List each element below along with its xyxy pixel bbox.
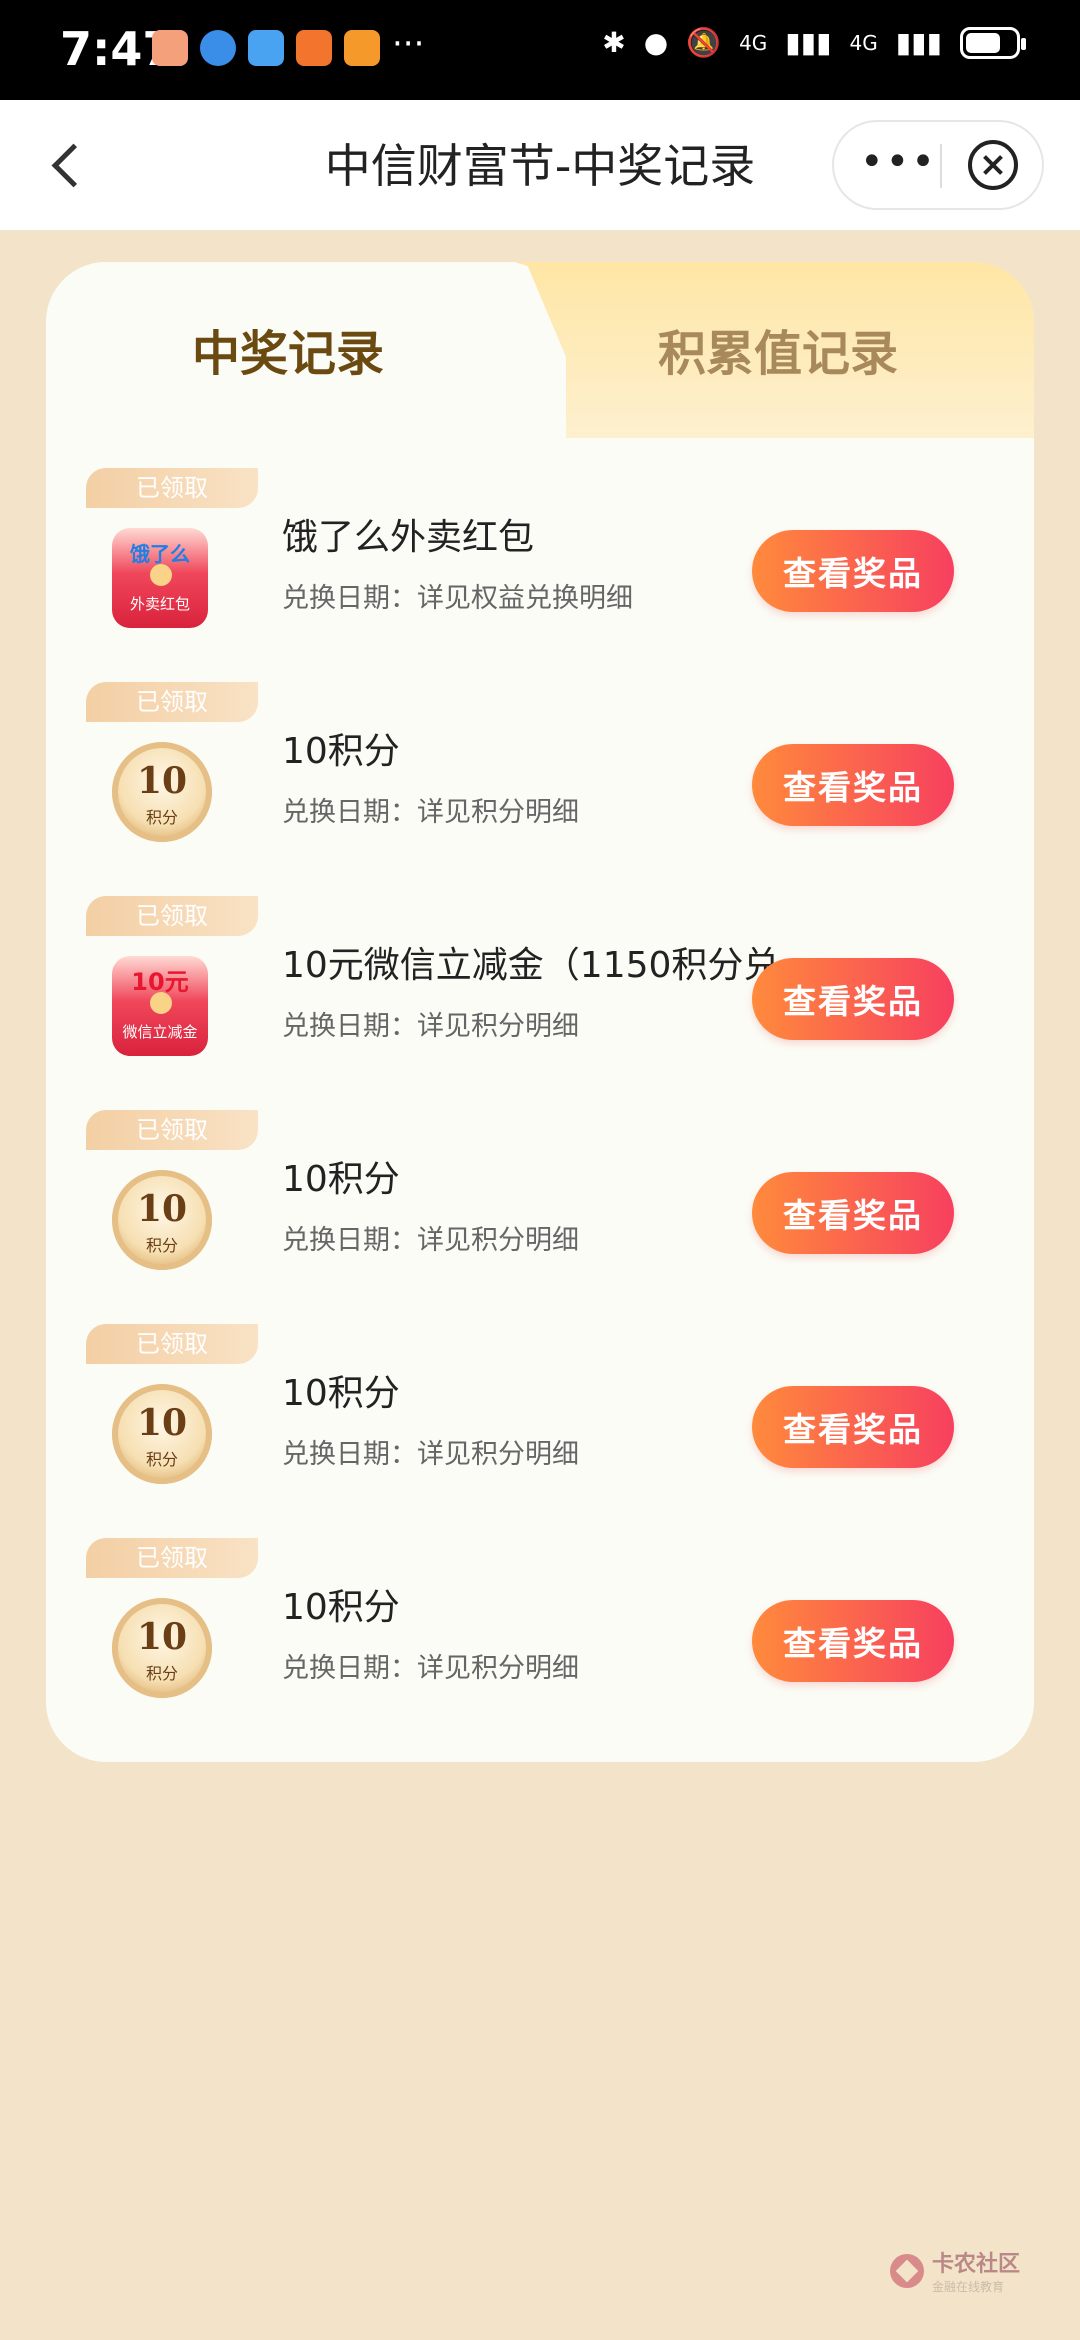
prize-image: 10 积分 <box>112 742 212 842</box>
signal-icon: ▮▮▮ <box>895 26 942 59</box>
view-prize-button[interactable]: 查看奖品 <box>752 1600 954 1682</box>
prize-image: 10元 微信立减金 <box>112 956 212 1056</box>
close-button[interactable] <box>968 140 1018 190</box>
red-packet-bottom-text: 外卖红包 <box>129 595 190 613</box>
watermark-subtitle: 金融在线教育 <box>931 2280 1004 2294</box>
points-coin-icon: 10 积分 <box>112 742 212 842</box>
points-coin-icon: 10 积分 <box>112 1598 212 1698</box>
red-packet-top-text: 饿了么 <box>130 542 190 566</box>
claimed-badge: 已领取 <box>86 468 258 508</box>
miniprogram-capsule: ••• <box>832 120 1044 210</box>
prize-row: 已领取 10 积分 10积分 兑换日期：详见积分明细 查看奖品 <box>46 1324 1034 1538</box>
exchange-date: 兑换日期：详见积分明细 <box>282 1004 579 1043</box>
coin-value: 10 <box>136 760 188 802</box>
prize-image: 10 积分 <box>112 1598 212 1698</box>
prize-row: 已领取 10 积分 10积分 兑换日期：详见积分明细 查看奖品 <box>46 682 1034 896</box>
prize-name: 10积分 <box>282 1587 400 1628</box>
network-type-2: 4G <box>849 30 878 55</box>
exchange-date-value: 详见权益兑换明细 <box>417 583 633 614</box>
exchange-date-value: 详见积分明细 <box>417 1225 579 1256</box>
network-type-1: 4G <box>739 30 768 55</box>
exchange-date: 兑换日期：详见积分明细 <box>282 1218 579 1257</box>
points-coin-icon: 10 积分 <box>112 1384 212 1484</box>
exchange-date-value: 详见积分明细 <box>417 797 579 828</box>
coin-unit: 积分 <box>145 1664 178 1683</box>
battery-level <box>966 32 1000 53</box>
claimed-badge: 已领取 <box>86 896 258 936</box>
coin-unit: 积分 <box>145 808 178 827</box>
exchange-date-value: 详见积分明细 <box>417 1439 579 1470</box>
prize-image: 10 积分 <box>112 1170 212 1270</box>
mute-bell-icon: 🔕 <box>686 26 722 59</box>
red-packet-seal <box>150 564 172 586</box>
notification-app-icon <box>248 30 284 66</box>
exchange-date: 兑换日期：详见积分明细 <box>282 1646 579 1685</box>
view-prize-button[interactable]: 查看奖品 <box>752 1386 954 1468</box>
claimed-badge: 已领取 <box>86 1324 258 1364</box>
prize-image: 10 积分 <box>112 1384 212 1484</box>
red-packet-seal <box>150 992 172 1014</box>
exchange-date-value: 详见积分明细 <box>417 1653 579 1684</box>
view-prize-button[interactable]: 查看奖品 <box>752 744 954 826</box>
prize-row: 已领取 饿了么 外卖红包 饿了么外卖红包 兑换日期：详见权益兑换明细 查看奖品 <box>46 468 1034 682</box>
coin-value: 10 <box>136 1402 188 1444</box>
coin-value: 10 <box>136 1188 188 1230</box>
kanong-logo-icon <box>889 2253 924 2288</box>
tab-win-records-label[interactable]: 中奖记录 <box>192 314 384 384</box>
coin-unit: 积分 <box>145 1236 178 1255</box>
claimed-badge: 已领取 <box>86 682 258 722</box>
exchange-date-label: 兑换日期： <box>282 1011 417 1042</box>
bluetooth-icon: ✱ <box>602 26 626 59</box>
exchange-date-label: 兑换日期： <box>282 797 417 828</box>
exchange-date-value: 详见积分明细 <box>417 1011 579 1042</box>
coin-unit: 积分 <box>145 1450 178 1469</box>
notification-app-icon <box>344 30 380 66</box>
red-packet-bottom-text: 微信立减金 <box>122 1023 198 1041</box>
exchange-date-label: 兑换日期： <box>282 1653 417 1684</box>
exchange-date-label: 兑换日期： <box>282 1225 417 1256</box>
exchange-date-label: 兑换日期： <box>282 583 417 614</box>
signal-icon: ▮▮▮ <box>785 26 832 59</box>
prize-row: 已领取 10 积分 10积分 兑换日期：详见积分明细 查看奖品 <box>46 1538 1034 1752</box>
exchange-date-label: 兑换日期： <box>282 1439 417 1470</box>
watermark-title: 卡农社区 <box>931 2252 1020 2277</box>
prize-name: 10积分 <box>282 1159 400 1200</box>
prize-name: 饿了么外卖红包 <box>282 517 535 558</box>
tab-accumulation-records-label[interactable]: 积累值记录 <box>658 314 898 384</box>
notification-app-icon <box>200 30 236 66</box>
view-prize-button[interactable]: 查看奖品 <box>752 1172 954 1254</box>
prize-name: 10积分 <box>282 1373 400 1414</box>
status-bar: 7:47 ··· ✱ ● 🔕 4G ▮▮▮ 4G ▮▮▮ <box>0 0 1080 100</box>
points-coin-icon: 10 积分 <box>112 1170 212 1270</box>
prize-name: 10元微信立减金（1150积分兑… <box>282 945 816 986</box>
title-bar: 中信财富节-中奖记录 ••• <box>0 100 1080 230</box>
records-card: 中奖记录 积累值记录 已领取 饿了么 外卖红包 饿了么外卖红包 兑换日期：详见权益兑换明… <box>46 262 1034 1762</box>
location-icon: ● <box>643 26 669 59</box>
watermark: 卡农社区 金融在线教育 <box>889 2246 1020 2295</box>
view-prize-button[interactable]: 查看奖品 <box>752 958 954 1040</box>
prize-row: 已领取 10 积分 10积分 兑换日期：详见积分明细 查看奖品 <box>46 1110 1034 1324</box>
status-icons: ✱ ● 🔕 4G ▮▮▮ 4G ▮▮▮ <box>602 26 1026 59</box>
capsule-divider <box>940 144 942 188</box>
coin-value: 10 <box>136 1616 188 1658</box>
more-options-button[interactable]: ••• <box>860 140 935 190</box>
more-notifications-icon: ··· <box>392 24 425 64</box>
exchange-date: 兑换日期：详见积分明细 <box>282 1432 579 1471</box>
exchange-date: 兑换日期：详见积分明细 <box>282 790 579 829</box>
view-prize-button[interactable]: 查看奖品 <box>752 530 954 612</box>
prize-name: 10积分 <box>282 731 400 772</box>
notification-app-icon <box>152 30 188 66</box>
prize-row: 已领取 10元 微信立减金 10元微信立减金（1150积分兑… 兑换日期：详见积分明细 查… <box>46 896 1034 1110</box>
wechat-voucher-red-packet-icon: 10元 微信立减金 <box>112 956 208 1056</box>
notification-app-icon <box>296 30 332 66</box>
eleme-red-packet-icon: 饿了么 外卖红包 <box>112 528 208 628</box>
prize-image: 饿了么 外卖红包 <box>112 528 212 628</box>
claimed-badge: 已领取 <box>86 1538 258 1578</box>
battery-icon <box>960 26 1026 59</box>
claimed-badge: 已领取 <box>86 1110 258 1150</box>
exchange-date: 兑换日期：详见权益兑换明细 <box>282 576 633 615</box>
